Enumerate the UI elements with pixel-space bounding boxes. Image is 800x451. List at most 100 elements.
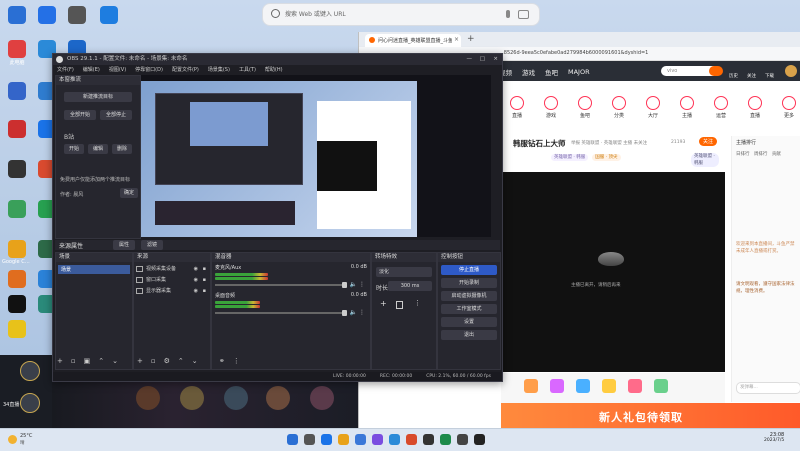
chat-tab[interactable]: 贡献 — [772, 152, 781, 157]
taskbar-app-icon[interactable] — [406, 434, 417, 445]
more-icon[interactable]: ⋮ — [414, 299, 421, 307]
properties-button[interactable]: 属性 — [113, 240, 136, 250]
desktop-shortcut[interactable] — [62, 6, 92, 25]
up-icon[interactable]: ⌃ — [98, 357, 104, 365]
control-button[interactable]: 设置 — [441, 317, 497, 327]
more-icon[interactable]: ⋮ — [233, 357, 240, 365]
speaker-icon[interactable]: 🔈 — [350, 309, 357, 316]
category-item[interactable]: 游戏 — [535, 96, 567, 119]
avatar[interactable] — [20, 361, 40, 381]
new-tab-search-bar[interactable]: 搜索 Web 或键入 URL — [262, 3, 540, 26]
weather-widget[interactable]: 25°C 晴 — [8, 433, 48, 447]
source-item[interactable]: 视频采集设备 ◉ ▪ — [136, 264, 208, 273]
source-item[interactable]: 窗口采集 ◉ ▪ — [136, 275, 208, 284]
menu-item[interactable]: 视图(V) — [109, 66, 126, 73]
taskbar-app-icon[interactable] — [440, 434, 451, 445]
gift-item[interactable] — [651, 379, 671, 394]
lock-icon[interactable]: ▪ — [203, 266, 206, 272]
menu-item[interactable]: 停靠窗口(D) — [135, 66, 163, 73]
tag-chip[interactable]: 国服 · 顶尖 — [592, 154, 621, 161]
search-input[interactable]: 搜索 Web 或键入 URL — [285, 9, 346, 18]
more-icon[interactable]: ⋮ — [359, 309, 365, 316]
ok-button[interactable]: 确定 — [120, 188, 138, 198]
taskbar-app-icon[interactable] — [321, 434, 332, 445]
video-player[interactable]: 主播已离开，请稍后再来 — [501, 172, 725, 372]
lock-icon[interactable]: ▪ — [203, 277, 206, 283]
category-item[interactable]: 主播 — [671, 96, 703, 119]
volume-slider[interactable] — [215, 282, 347, 288]
taskbar-app-icon[interactable] — [474, 434, 485, 445]
stop-all-button[interactable]: 全部停止 — [100, 110, 132, 120]
control-button[interactable]: 退出 — [441, 330, 497, 340]
down-icon[interactable]: ⌄ — [112, 357, 118, 365]
desktop-shortcut[interactable] — [2, 82, 32, 101]
close-icon[interactable]: × — [493, 54, 498, 65]
menu-item[interactable]: 帮助(H) — [265, 66, 283, 73]
desktop-shortcut[interactable] — [2, 270, 32, 289]
mic-icon[interactable] — [506, 10, 510, 18]
category-item[interactable]: 更多 — [773, 96, 800, 119]
tag-chip[interactable]: 英雄联盟 · 韩服 — [551, 154, 589, 161]
taskbar-app-icon[interactable] — [287, 434, 298, 445]
maximize-icon[interactable]: □ — [480, 54, 485, 65]
eye-icon[interactable]: ◉ — [194, 288, 198, 294]
chat-input[interactable]: 发弹幕... — [736, 382, 800, 394]
add-icon[interactable]: + — [57, 357, 63, 365]
preview-canvas[interactable] — [141, 75, 491, 237]
taskbar-app-icon[interactable] — [304, 434, 315, 445]
taskbar-app-icon[interactable] — [355, 434, 366, 445]
taskbar-app-icon[interactable] — [338, 434, 349, 445]
more-icon[interactable]: ⋮ — [359, 281, 365, 288]
close-icon[interactable]: × — [454, 36, 459, 43]
eye-icon[interactable]: ◉ — [194, 277, 198, 283]
desktop-shortcut[interactable] — [94, 6, 124, 25]
camera-icon[interactable] — [518, 10, 529, 19]
control-button[interactable]: 开始录制 — [441, 278, 497, 288]
chat-tab[interactable]: 日排行 — [736, 152, 750, 157]
download-link[interactable]: 下载 — [765, 73, 774, 79]
menu-item[interactable]: 工具(T) — [239, 66, 256, 73]
taskbar-app-icon[interactable] — [389, 434, 400, 445]
chat-tab[interactable]: 周排行 — [754, 152, 768, 157]
control-button[interactable]: 工作室模式 — [441, 304, 497, 314]
trash-icon[interactable] — [396, 301, 403, 309]
desktop-shortcut[interactable] — [2, 6, 32, 25]
menu-item[interactable]: 场景集(S) — [208, 66, 230, 73]
gift-item[interactable] — [573, 379, 593, 394]
desktop-shortcut[interactable] — [2, 320, 32, 339]
transition-select[interactable]: 淡化 — [376, 267, 432, 277]
lock-icon[interactable]: ▪ — [203, 288, 206, 294]
target-start-button[interactable]: 开始 — [64, 144, 84, 154]
target-edit-button[interactable]: 编辑 — [88, 144, 108, 154]
taskbar-app-icon[interactable] — [423, 434, 434, 445]
menu-item[interactable]: 配置文件(P) — [172, 66, 199, 73]
eye-icon[interactable]: ◉ — [194, 266, 198, 272]
site-search-input[interactable]: vivo — [661, 66, 723, 76]
new-tab-icon[interactable]: + — [467, 34, 475, 44]
category-item[interactable]: 运营 — [705, 96, 737, 119]
desktop-shortcut[interactable] — [2, 200, 32, 219]
link-icon[interactable]: ⚭ — [219, 357, 225, 365]
nav-link[interactable]: MAJOR — [568, 68, 590, 76]
new-target-button[interactable]: 新建推流目标 — [64, 92, 132, 102]
desktop-shortcut[interactable] — [32, 6, 62, 25]
add-icon[interactable]: + — [380, 299, 387, 308]
add-icon[interactable]: + — [137, 357, 143, 365]
history-link[interactable]: 历史 — [729, 73, 738, 79]
menu-item[interactable]: 文件(F) — [57, 66, 74, 73]
gift-item[interactable] — [521, 379, 541, 394]
desktop-shortcut[interactable]: Google Chrome — [2, 240, 32, 265]
nav-link[interactable]: 鱼吧 — [545, 67, 558, 77]
target-delete-button[interactable]: 删除 — [112, 144, 132, 154]
filters-button[interactable]: 滤镜 — [141, 240, 164, 250]
category-item[interactable]: 大厅 — [637, 96, 669, 119]
follow-button[interactable]: 关注 — [699, 137, 718, 146]
clock[interactable]: 23:08 2023/7/5 — [764, 432, 784, 443]
trash-icon[interactable]: ▫ — [71, 357, 76, 365]
desktop-shortcut[interactable]: 此电脑 — [2, 40, 32, 66]
follow-link[interactable]: 关注 — [747, 73, 756, 79]
desktop-shortcut[interactable] — [2, 120, 32, 139]
category-item[interactable]: 分类 — [603, 96, 635, 119]
gift-item[interactable] — [547, 379, 567, 394]
gift-item[interactable] — [599, 379, 619, 394]
